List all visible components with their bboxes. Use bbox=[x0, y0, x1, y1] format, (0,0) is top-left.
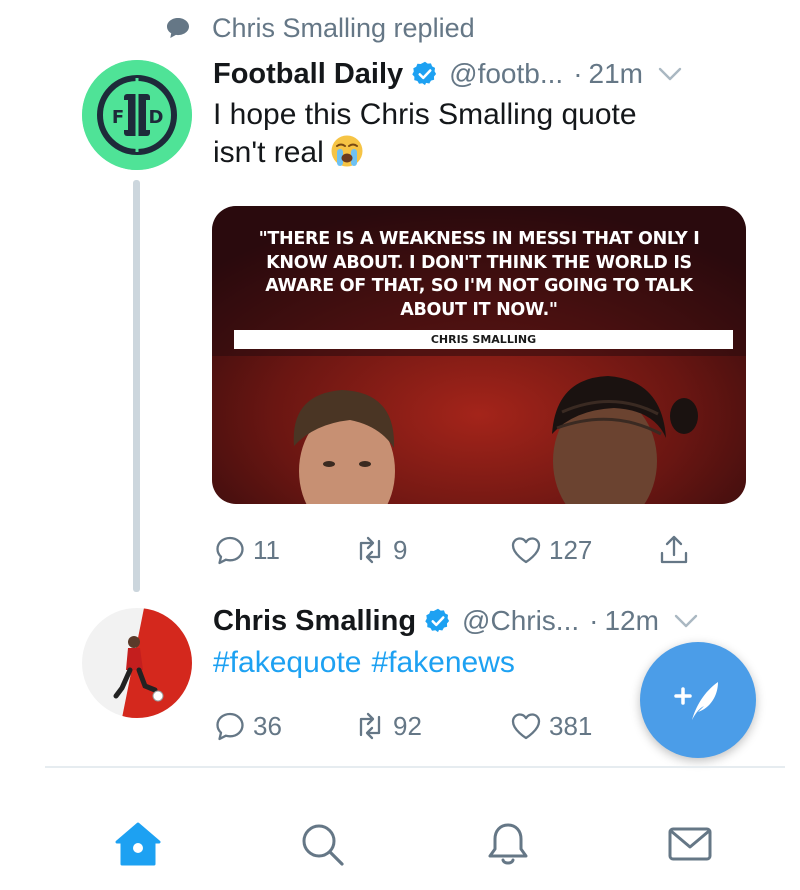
profile-photo bbox=[82, 608, 192, 718]
chevron-down-icon[interactable] bbox=[673, 612, 699, 630]
retweet-icon bbox=[359, 712, 381, 740]
tweet-text: I hope this Chris Smalling quote isn't r… bbox=[213, 96, 637, 172]
chevron-down-icon[interactable] bbox=[657, 65, 683, 83]
tweet-time[interactable]: 21m bbox=[589, 58, 643, 90]
tweet-header: Chris Smalling @Chris... · 12m bbox=[213, 601, 753, 641]
tweet-media-image[interactable]: "THERE IS A WEAKNESS IN MESSI THAT ONLY … bbox=[212, 206, 746, 504]
separator-dot: · bbox=[573, 58, 583, 89]
social-context-text: Chris Smalling replied bbox=[212, 12, 475, 43]
tab-messages[interactable] bbox=[660, 814, 720, 874]
compose-tweet-icon bbox=[674, 682, 718, 720]
quote-line: AWARE OF THAT, SO I'M NOT GOING TO TALK bbox=[265, 276, 693, 296]
like-button[interactable]: 127 bbox=[509, 530, 592, 570]
social-context[interactable]: Chris Smalling replied bbox=[166, 10, 475, 46]
verified-badge-icon bbox=[425, 608, 450, 633]
bottom-tab-bar bbox=[0, 800, 800, 880]
share-icon bbox=[660, 535, 688, 564]
loudly-crying-face-emoji bbox=[331, 135, 363, 167]
tweet-hashtags: #fakequote #fakenews bbox=[213, 646, 515, 680]
tweet-text-segment: isn't real bbox=[213, 136, 324, 169]
separator-dot: · bbox=[589, 605, 599, 636]
verified-badge-icon bbox=[412, 61, 437, 86]
quote-text: "THERE IS A WEAKNESS IN MESSI THAT ONLY … bbox=[234, 228, 724, 322]
heart-icon bbox=[511, 537, 541, 564]
retweet-icon bbox=[359, 536, 381, 564]
envelope-icon bbox=[668, 827, 712, 861]
reply-count: 36 bbox=[253, 710, 282, 741]
tweet-actions: 11 9 127 bbox=[213, 530, 713, 570]
retweet-count: 9 bbox=[393, 534, 408, 565]
tab-notifications[interactable] bbox=[478, 814, 538, 874]
retweet-count: 92 bbox=[393, 710, 422, 741]
tweet-text-line: I hope this Chris Smalling quote bbox=[213, 98, 637, 131]
retweet-button[interactable]: 92 bbox=[353, 706, 422, 746]
player-photo-left bbox=[293, 390, 395, 504]
svg-text:D: D bbox=[149, 107, 164, 128]
home-icon bbox=[115, 822, 161, 866]
tab-home[interactable] bbox=[108, 814, 168, 874]
tweet-text-line: isn't real bbox=[213, 134, 637, 172]
like-button[interactable]: 381 bbox=[509, 706, 592, 746]
tweet-time[interactable]: 12m bbox=[604, 605, 658, 637]
author-handle[interactable]: @Chris... bbox=[462, 605, 579, 637]
quote-line: "THERE IS A WEAKNESS IN MESSI THAT ONLY … bbox=[258, 229, 700, 249]
author-handle[interactable]: @footb... bbox=[449, 58, 563, 90]
tab-search[interactable] bbox=[292, 814, 352, 874]
tweet-actions: 36 92 381 bbox=[213, 706, 713, 746]
reply-button[interactable]: 36 bbox=[213, 706, 282, 746]
quote-attribution: CHRIS SMALLING bbox=[234, 330, 733, 349]
football-daily-avatar[interactable]: F D bbox=[82, 60, 192, 170]
quote-line: ABOUT IT NOW." bbox=[400, 299, 558, 320]
like-count: 381 bbox=[549, 710, 593, 741]
retweet-button[interactable]: 9 bbox=[353, 530, 407, 570]
reply-count: 11 bbox=[253, 534, 280, 565]
heart-icon bbox=[511, 713, 541, 740]
bell-icon bbox=[488, 823, 528, 865]
hashtag-link[interactable]: #fakenews bbox=[371, 646, 514, 680]
search-icon bbox=[302, 824, 344, 866]
tweet-header: Football Daily @footb... · 21m bbox=[213, 54, 753, 94]
thread-connector-line bbox=[133, 180, 140, 592]
reply-button[interactable]: 11 bbox=[213, 530, 280, 570]
reply-icon bbox=[216, 712, 244, 741]
svg-text:F: F bbox=[112, 107, 124, 128]
like-count: 127 bbox=[549, 534, 593, 565]
chris-smalling-avatar[interactable] bbox=[82, 608, 192, 718]
football-daily-logo: F D bbox=[82, 60, 192, 170]
hashtag-link[interactable]: #fakequote bbox=[213, 646, 361, 680]
compose-tweet-button[interactable] bbox=[640, 642, 756, 758]
divider bbox=[45, 766, 785, 768]
quote-line: KNOW ABOUT. I DON'T THINK THE WORLD IS bbox=[266, 252, 692, 273]
author-name[interactable]: Football Daily bbox=[213, 58, 403, 91]
reply-icon bbox=[216, 536, 244, 565]
share-button[interactable] bbox=[657, 530, 691, 570]
author-name[interactable]: Chris Smalling bbox=[213, 605, 416, 638]
reply-bubble-icon bbox=[167, 18, 189, 38]
